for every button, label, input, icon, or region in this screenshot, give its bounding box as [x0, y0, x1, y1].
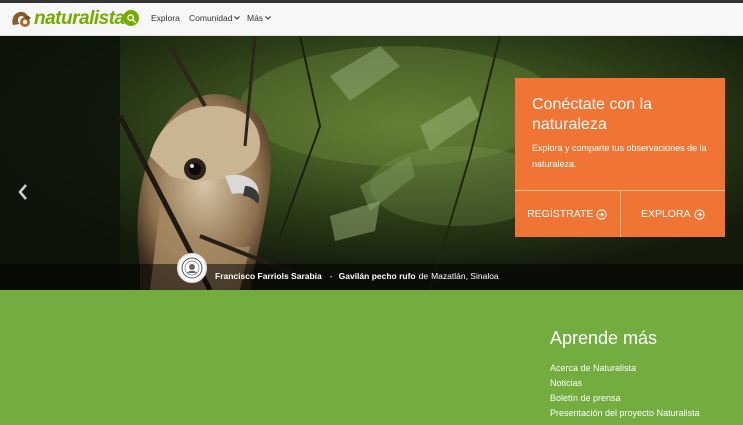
signup-button[interactable]: REGÍSTRATE: [515, 191, 620, 237]
link-noticias[interactable]: Noticias: [550, 376, 700, 391]
explore-button-label: EXPLORA: [640, 208, 691, 220]
caption-place-prefix: de: [418, 271, 429, 281]
nav-mas[interactable]: Más: [247, 13, 271, 23]
arrow-right-circle-icon: [693, 208, 705, 220]
site-logo[interactable]: naturalista: [10, 7, 125, 31]
caption-separator: -: [329, 271, 333, 281]
observer-link[interactable]: Francisco Farriols Sarabia: [215, 271, 322, 281]
nav-mas-label: Más: [247, 13, 264, 23]
arrow-right-circle-icon: [596, 208, 608, 220]
species-link[interactable]: Gavilán pecho rufo: [339, 271, 416, 281]
cta-title: Conéctate con la naturaleza: [532, 96, 653, 133]
link-acerca[interactable]: Acerca de Naturalista: [550, 361, 700, 376]
nav-comunidad-label: Comunidad: [189, 13, 233, 23]
nav-explora[interactable]: Explora: [151, 13, 180, 23]
learn-more-title: Aprende más: [550, 328, 658, 348]
carousel-prev-arrow-icon[interactable]: [16, 182, 30, 202]
search-icon: [126, 13, 136, 23]
link-presentacion[interactable]: Presentación del proyecto Naturalista: [550, 406, 700, 421]
site-logo-text: naturalista: [34, 8, 125, 29]
signup-button-label: REGÍSTRATE: [527, 208, 594, 220]
learn-more-links: Acerca de Naturalista Noticias Boletín d…: [550, 361, 700, 421]
cta-actions: REGÍSTRATE EXPLORA: [515, 190, 725, 237]
search-button[interactable]: [123, 10, 139, 26]
chevron-down-icon: [265, 16, 271, 20]
nav-comunidad[interactable]: Comunidad: [189, 13, 241, 23]
explore-button[interactable]: EXPLORA: [619, 191, 726, 237]
nav-explora-label: Explora: [151, 13, 180, 23]
caption-place: Mazatlán, Sinaloa: [431, 271, 499, 281]
photo-caption: Francisco Farriols Sarabia - Gavilán pec…: [215, 271, 499, 281]
chevron-down-icon: [234, 16, 241, 20]
binoculars-logo-icon: [12, 11, 31, 27]
cta-panel: Conéctate con la naturaleza Explora y co…: [515, 78, 725, 237]
cta-subtitle: Explora y comparte tus observaciones de …: [532, 143, 707, 169]
link-boletin[interactable]: Boletín de prensa: [550, 391, 700, 406]
observer-avatar-icon: [181, 257, 203, 279]
site-header: naturalista Explora Comunidad Más: [0, 3, 743, 36]
observer-avatar[interactable]: [177, 253, 207, 283]
